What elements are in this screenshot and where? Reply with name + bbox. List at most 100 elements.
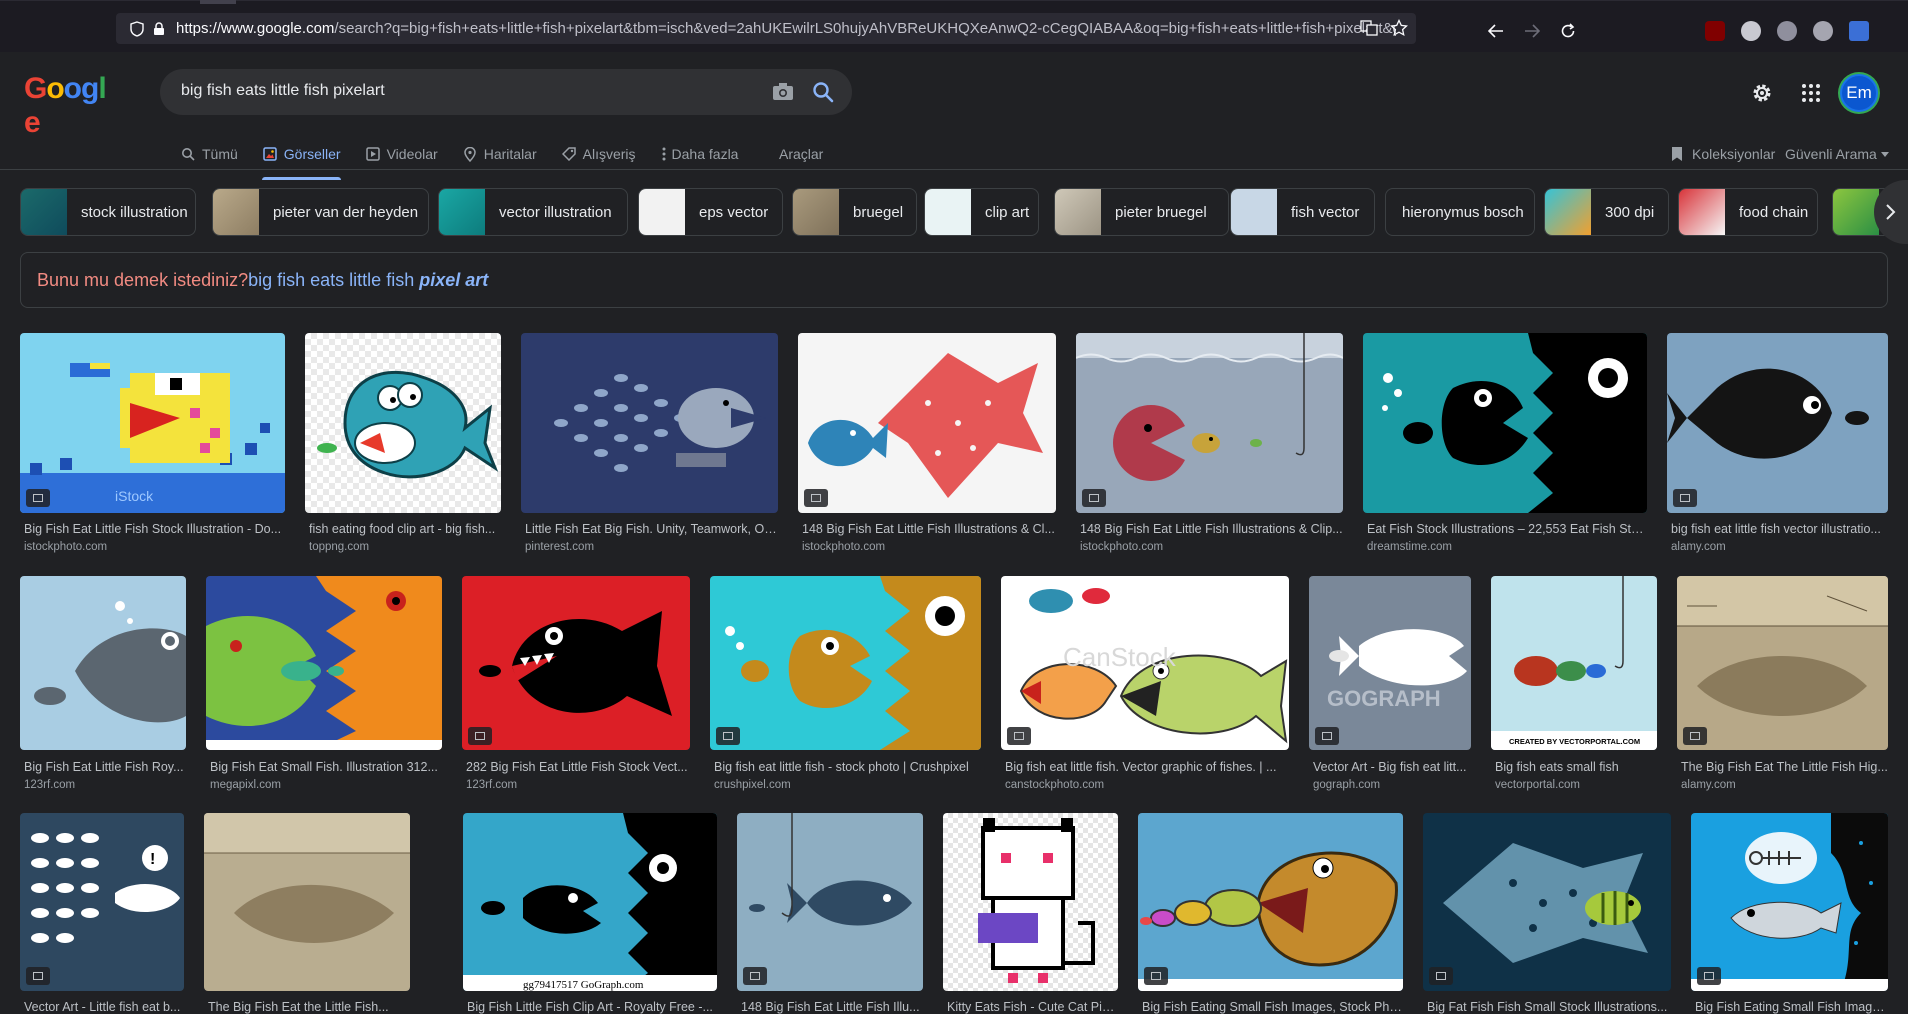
image-result[interactable]: 148 Big Fish Eat Little Fish Illustratio…	[1076, 333, 1343, 558]
safesearch-button[interactable]: Güvenli Arama	[1785, 140, 1889, 168]
tab-all[interactable]: Tümü	[180, 140, 238, 168]
result-image[interactable]: iStock	[20, 333, 285, 513]
result-image[interactable]	[462, 576, 690, 750]
result-image[interactable]	[798, 333, 1056, 513]
translate-icon[interactable]	[1358, 17, 1380, 39]
chip-stock-illustration[interactable]: stock illustration	[20, 188, 196, 236]
result-source[interactable]: istockphoto.com	[24, 541, 285, 553]
result-source[interactable]: istockphoto.com	[802, 541, 1056, 553]
result-source[interactable]: gograph.com	[1313, 779, 1471, 791]
search-box[interactable]: big fish eats little fish pixelart	[160, 69, 852, 115]
image-result[interactable]: Big Fish Eat Little Fish Roy... 123rf.co…	[20, 576, 186, 796]
collections-button[interactable]: Koleksiyonlar	[1670, 140, 1775, 168]
result-title[interactable]: Big Fish Eating Small Fish Images, Stock…	[1142, 1000, 1403, 1014]
result-title[interactable]: Little Fish Eat Big Fish. Unity, Teamwor…	[525, 522, 778, 536]
result-title[interactable]: Eat Fish Stock Illustrations – 22,553 Ea…	[1367, 522, 1647, 536]
address-bar[interactable]: https://www.google.com/search?q=big+fish…	[116, 13, 1416, 44]
forward-button[interactable]	[1520, 19, 1544, 43]
url-text[interactable]: https://www.google.com/search?q=big+fish…	[176, 20, 1396, 37]
image-result[interactable]: fish eating food clip art - big fish... …	[305, 333, 501, 558]
result-title[interactable]: 148 Big Fish Eat Little Fish Illu...	[741, 1000, 923, 1014]
result-title[interactable]: Big Fish Eat Little Fish Stock Illustrat…	[24, 522, 285, 536]
result-image[interactable]	[305, 333, 501, 513]
result-source[interactable]: dreamstime.com	[1367, 541, 1647, 553]
result-source[interactable]: megapixl.com	[210, 779, 442, 791]
result-title[interactable]: Big Fish Little Fish Clip Art - Royalty …	[467, 1000, 717, 1014]
settings-gear-icon[interactable]	[1749, 80, 1775, 106]
translate-extension-icon[interactable]	[1849, 21, 1869, 41]
image-result[interactable]: Eat Fish Stock Illustrations – 22,553 Ea…	[1363, 333, 1647, 558]
search-input[interactable]: big fish eats little fish pixelart	[181, 82, 385, 100]
chip-food-chain[interactable]: food chain	[1678, 188, 1818, 236]
result-image[interactable]	[20, 576, 186, 750]
back-button[interactable]	[1484, 19, 1508, 43]
tab-images[interactable]: Görseller	[261, 140, 341, 180]
result-title[interactable]: Vector Art - Big fish eat litt...	[1313, 760, 1471, 774]
image-result[interactable]: big fish eat little fish vector illustra…	[1667, 333, 1888, 558]
did-you-mean-suggestion[interactable]: big fish eats little fish pixel art	[248, 270, 488, 290]
result-source[interactable]: toppng.com	[309, 541, 501, 553]
result-title[interactable]: Big Fish Eat Small Fish. Illustration 31…	[210, 760, 442, 774]
result-image[interactable]	[1423, 813, 1671, 991]
apps-grid-icon[interactable]	[1798, 80, 1824, 106]
result-image[interactable]	[1076, 333, 1343, 513]
google-logo[interactable]: Googl e	[24, 72, 118, 139]
result-image[interactable]: CREATED BY VECTORPORTAL.COM	[1491, 576, 1657, 750]
camera-icon[interactable]	[770, 79, 796, 105]
result-title[interactable]: Big fish eat little fish - stock photo |…	[714, 760, 981, 774]
image-result[interactable]: CREATED BY VECTORPORTAL.COM Big fish eat…	[1491, 576, 1657, 796]
result-source[interactable]: alamy.com	[1671, 541, 1888, 553]
lock-icon[interactable]	[148, 18, 170, 40]
result-source[interactable]: pinterest.com	[525, 541, 778, 553]
tab-shopping[interactable]: Alışveriş	[561, 140, 636, 168]
image-result[interactable]: gg79417517 GoGraph.com Big Fish Little F…	[463, 813, 717, 1014]
tracking-shield-icon[interactable]	[126, 18, 148, 40]
bookmark-star-icon[interactable]	[1388, 17, 1410, 39]
result-image[interactable]	[943, 813, 1118, 991]
chip-hieronymus-bosch[interactable]: hieronymus bosch	[1385, 188, 1535, 236]
extension-icon[interactable]	[1777, 21, 1797, 41]
chip-pieter-van-der-heyden[interactable]: pieter van der heyden	[212, 188, 429, 236]
result-image[interactable]	[1363, 333, 1647, 513]
active-tab-indicator[interactable]	[200, 0, 236, 4]
result-title[interactable]: Kitty Eats Fish - Cute Cat Pix...	[947, 1000, 1118, 1014]
chip-fish-vector[interactable]: fish vector	[1230, 188, 1375, 236]
result-title[interactable]: big fish eat little fish vector illustra…	[1671, 522, 1888, 536]
image-result[interactable]: 282 Big Fish Eat Little Fish Stock Vect.…	[462, 576, 690, 796]
result-source[interactable]: canstockphoto.com	[1005, 779, 1289, 791]
image-result[interactable]: Kitty Eats Fish - Cute Cat Pix...	[943, 813, 1118, 1014]
image-result[interactable]: Big fish eat little fish - stock photo |…	[710, 576, 981, 796]
result-image[interactable]: CanStock	[1001, 576, 1289, 750]
tab-maps[interactable]: Haritalar	[462, 140, 537, 168]
result-title[interactable]: Big Fat Fish Fish Small Stock Illustrati…	[1427, 1000, 1671, 1014]
image-result[interactable]: Big Fat Fish Fish Small Stock Illustrati…	[1423, 813, 1671, 1014]
chip-pieter-bruegel[interactable]: pieter bruegel	[1054, 188, 1229, 236]
tools-button[interactable]: Araçlar	[779, 140, 823, 168]
image-result[interactable]: GOGRAPH Vector Art - Big fish eat litt..…	[1309, 576, 1471, 796]
result-image[interactable]	[710, 576, 981, 750]
result-image[interactable]	[1138, 813, 1403, 991]
result-title[interactable]: Big fish eat little fish. Vector graphic…	[1005, 760, 1289, 774]
result-image[interactable]	[521, 333, 778, 513]
image-result[interactable]: Little Fish Eat Big Fish. Unity, Teamwor…	[521, 333, 778, 558]
result-image[interactable]: gg79417517 GoGraph.com	[463, 813, 717, 991]
tab-videos[interactable]: Videolar	[365, 140, 438, 168]
result-image[interactable]	[1677, 576, 1888, 750]
result-source[interactable]: 123rf.com	[466, 779, 690, 791]
extensions-puzzle-icon[interactable]	[1813, 21, 1833, 41]
image-result[interactable]: Big Fish Eating Small Fish Images, Stock…	[1138, 813, 1403, 1014]
image-result[interactable]: iStock Big Fish Eat Little Fish Stock Il…	[20, 333, 285, 558]
result-source[interactable]: istockphoto.com	[1080, 541, 1343, 553]
result-image[interactable]: !	[20, 813, 184, 991]
result-title[interactable]: Big fish eats small fish	[1495, 760, 1657, 774]
reload-button[interactable]	[1556, 19, 1580, 43]
result-source[interactable]: 123rf.com	[24, 779, 186, 791]
result-title[interactable]: fish eating food clip art - big fish...	[309, 522, 501, 536]
result-title[interactable]: 282 Big Fish Eat Little Fish Stock Vect.…	[466, 760, 690, 774]
image-result[interactable]: Big Fish Eat Small Fish. Illustration 31…	[206, 576, 442, 796]
result-title[interactable]: Vector Art - Little fish eat b...	[24, 1000, 184, 1014]
privacy-extension-icon[interactable]	[1741, 21, 1761, 41]
result-source[interactable]: alamy.com	[1681, 779, 1888, 791]
result-title[interactable]: Big Fish Eating Small Fish Image...	[1695, 1000, 1888, 1014]
result-image[interactable]	[204, 813, 410, 991]
